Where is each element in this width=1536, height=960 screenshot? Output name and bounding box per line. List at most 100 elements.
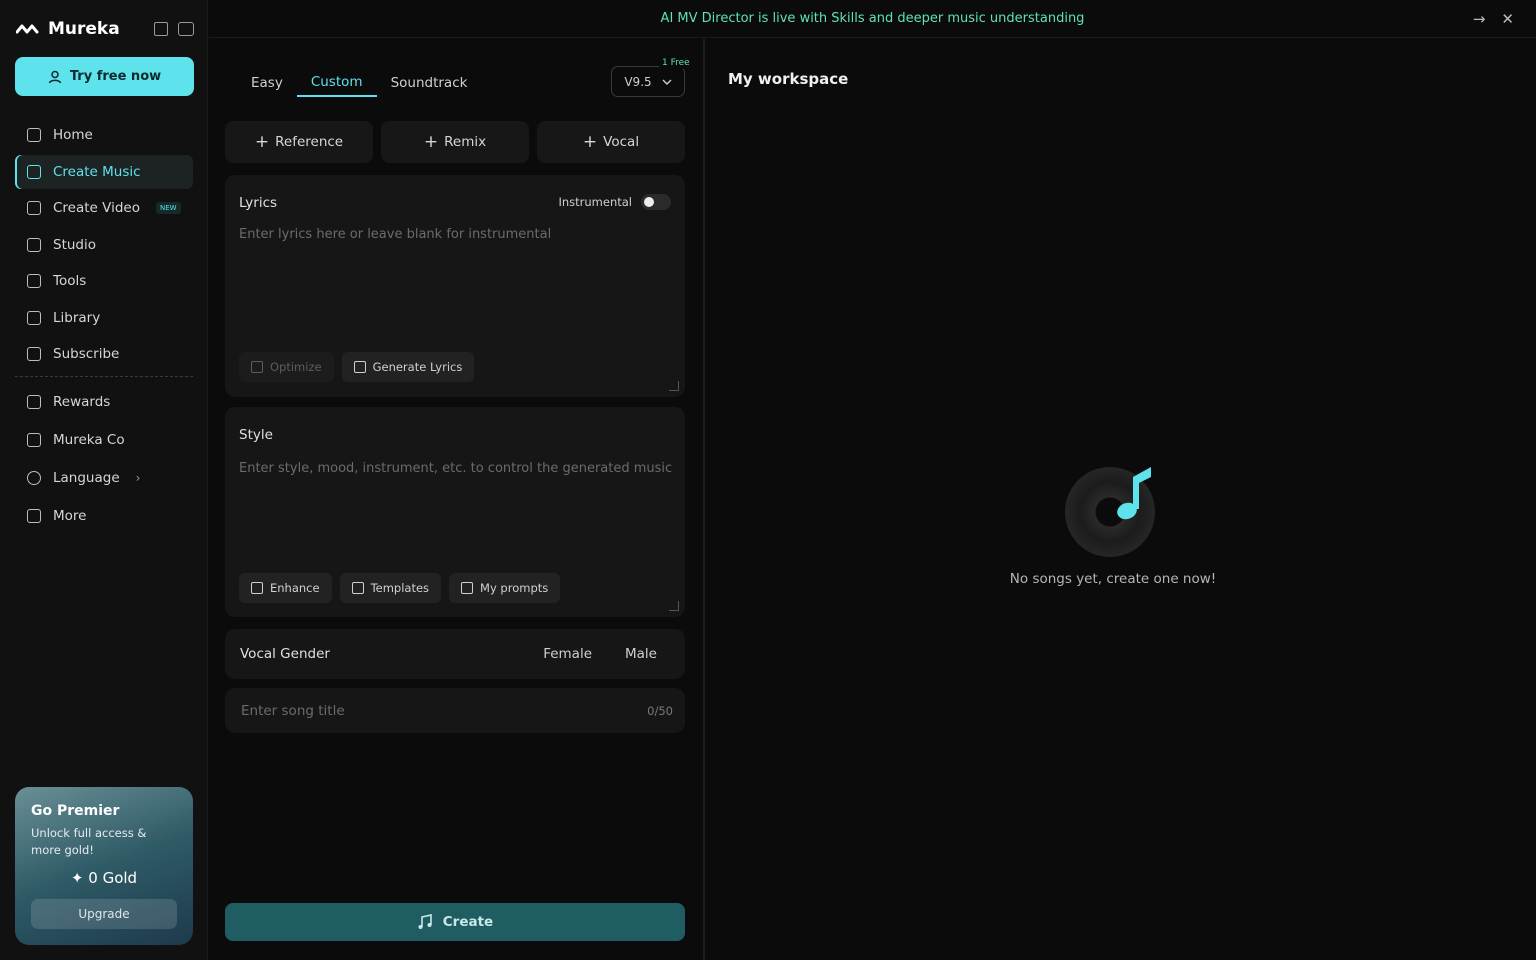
lyrics-title: Lyrics bbox=[239, 195, 278, 211]
brand-name: Mureka bbox=[48, 19, 120, 39]
tool-label: Optimize bbox=[270, 360, 322, 374]
sidebar-item-rewards[interactable]: Rewards bbox=[15, 385, 193, 419]
templates-icon bbox=[351, 582, 364, 594]
song-title-field: 0/50 bbox=[225, 688, 685, 733]
sidebar-item-studio[interactable]: Studio bbox=[15, 228, 193, 262]
announcement-banner: AI MV Director is live with Skills and d… bbox=[209, 0, 1536, 38]
vocal-gender-row: Vocal Gender Female Male bbox=[225, 629, 685, 679]
sidebar-divider bbox=[15, 376, 193, 377]
templates-button[interactable]: Templates bbox=[339, 573, 442, 603]
try-free-label: Try free now bbox=[69, 69, 162, 84]
premier-title: Go Premier bbox=[31, 803, 120, 819]
sidebar-item-label: Library bbox=[53, 309, 101, 326]
upgrade-button[interactable]: Upgrade bbox=[31, 899, 177, 929]
tab-soundtrack[interactable]: Soundtrack bbox=[377, 69, 482, 97]
sidebar-item-label: Rewards bbox=[53, 394, 111, 410]
add-options-row: + Reference + Remix + Vocal bbox=[225, 121, 685, 163]
video-icon bbox=[27, 201, 41, 215]
premier-subtitle: Unlock full access & more gold! bbox=[31, 826, 147, 857]
tab-easy[interactable]: Easy bbox=[237, 69, 297, 97]
empty-state: No songs yet, create one now! bbox=[707, 463, 1519, 587]
lyrics-input[interactable]: Enter lyrics here or leave blank for ins… bbox=[239, 227, 551, 242]
sidebar: Mureka Try free now Home Create Music Cr… bbox=[0, 0, 208, 960]
waveform-icon bbox=[27, 237, 41, 252]
trophy-icon bbox=[27, 395, 41, 409]
sidebar-item-create-video[interactable]: Create Video NEW bbox=[15, 191, 193, 225]
resize-handle[interactable] bbox=[669, 381, 679, 391]
bookmark-icon bbox=[461, 582, 474, 594]
user-icon bbox=[48, 70, 62, 83]
magic-wand-icon bbox=[251, 582, 263, 594]
workspace-title: My workspace bbox=[728, 70, 849, 88]
tools-icon bbox=[27, 274, 41, 288]
sidebar-nav: Home Create Music Create Video NEW Studi… bbox=[15, 118, 193, 536]
plus-icon: + bbox=[582, 132, 598, 152]
sidebar-item-label: Subscribe bbox=[53, 346, 120, 362]
tab-custom[interactable]: Custom bbox=[296, 69, 377, 97]
create-button[interactable]: Create bbox=[225, 903, 685, 941]
music-note-icon bbox=[418, 914, 432, 929]
add-reference-button[interactable]: + Reference bbox=[225, 121, 373, 163]
style-card: Style Enter style, mood, instrument, etc… bbox=[225, 407, 685, 617]
style-title: Style bbox=[239, 427, 273, 443]
sparkle-icon: ✦ bbox=[70, 869, 84, 887]
sidebar-item-label: Studio bbox=[53, 236, 96, 253]
sidebar-item-tools[interactable]: Tools bbox=[15, 264, 193, 298]
vocal-gender-label: Vocal Gender bbox=[240, 646, 330, 662]
document-icon[interactable] bbox=[154, 22, 168, 36]
gender-male-option[interactable]: Male bbox=[625, 646, 657, 662]
plus-icon: + bbox=[423, 132, 439, 152]
resize-handle[interactable] bbox=[669, 601, 679, 611]
lyrics-card: Lyrics Instrumental Enter lyrics here or… bbox=[225, 175, 685, 397]
chip-label: Reference bbox=[275, 134, 344, 150]
tool-label: Generate Lyrics bbox=[372, 360, 463, 374]
sidebar-item-subscribe[interactable]: Subscribe bbox=[15, 337, 193, 371]
sidebar-item-more[interactable]: More bbox=[15, 499, 193, 533]
chevron-down-icon bbox=[662, 79, 672, 85]
gender-female-option[interactable]: Female bbox=[543, 646, 592, 662]
chevron-right-icon: › bbox=[135, 471, 141, 485]
mureka-logo-icon bbox=[16, 24, 39, 34]
sidebar-toggle-icon[interactable] bbox=[178, 22, 194, 36]
add-remix-button[interactable]: + Remix bbox=[381, 121, 529, 163]
lyrics-tools: Optimize Generate Lyrics bbox=[239, 352, 475, 382]
new-badge: NEW bbox=[155, 202, 181, 214]
gold-balance: ✦ 0 Gold bbox=[31, 869, 177, 887]
tool-label: My prompts bbox=[480, 581, 549, 595]
style-input[interactable]: Enter style, mood, instrument, etc. to c… bbox=[239, 461, 672, 476]
arrow-right-icon[interactable]: → bbox=[1473, 10, 1486, 28]
empty-state-text: No songs yet, create one now! bbox=[1009, 571, 1217, 587]
instrumental-toggle[interactable] bbox=[641, 194, 671, 210]
add-vocal-button[interactable]: + Vocal bbox=[537, 121, 685, 163]
sidebar-item-home[interactable]: Home bbox=[15, 118, 193, 152]
sidebar-item-library[interactable]: Library bbox=[15, 301, 193, 335]
generate-lyrics-button[interactable]: Generate Lyrics bbox=[341, 352, 475, 382]
sidebar-item-language[interactable]: Language › bbox=[15, 461, 193, 495]
optimize-button[interactable]: Optimize bbox=[239, 352, 334, 382]
free-badge: 1 Free bbox=[659, 57, 693, 69]
monitor-icon bbox=[27, 433, 41, 447]
version-label: V9.5 bbox=[624, 74, 652, 89]
model-version-select[interactable]: V9.5 bbox=[611, 66, 685, 97]
ai-icon bbox=[353, 361, 366, 373]
try-free-button[interactable]: Try free now bbox=[15, 57, 194, 96]
my-prompts-button[interactable]: My prompts bbox=[449, 573, 561, 603]
sidebar-item-label: More bbox=[53, 508, 87, 524]
create-panel: Easy Custom Soundtrack V9.5 1 Free + Ref… bbox=[209, 39, 705, 960]
sidebar-item-label: Tools bbox=[53, 273, 87, 289]
gold-amount: 0 Gold bbox=[88, 869, 138, 887]
sidebar-item-label: Create Video bbox=[53, 200, 140, 216]
close-icon[interactable]: ✕ bbox=[1501, 10, 1514, 28]
enhance-button[interactable]: Enhance bbox=[239, 573, 332, 603]
instrumental-toggle-row: Instrumental bbox=[558, 194, 671, 210]
chip-label: Remix bbox=[444, 134, 487, 150]
sidebar-item-label: Home bbox=[53, 127, 93, 143]
mode-tabs: Easy Custom Soundtrack bbox=[237, 69, 481, 97]
song-title-input[interactable] bbox=[241, 702, 648, 719]
banner-text[interactable]: AI MV Director is live with Skills and d… bbox=[661, 11, 1085, 26]
chip-label: Vocal bbox=[603, 134, 640, 150]
sidebar-item-mureka-co[interactable]: Mureka Co bbox=[15, 423, 193, 457]
grid-icon bbox=[27, 509, 41, 523]
sidebar-item-label: Language bbox=[53, 470, 120, 486]
sidebar-item-create-music[interactable]: Create Music bbox=[15, 154, 193, 189]
